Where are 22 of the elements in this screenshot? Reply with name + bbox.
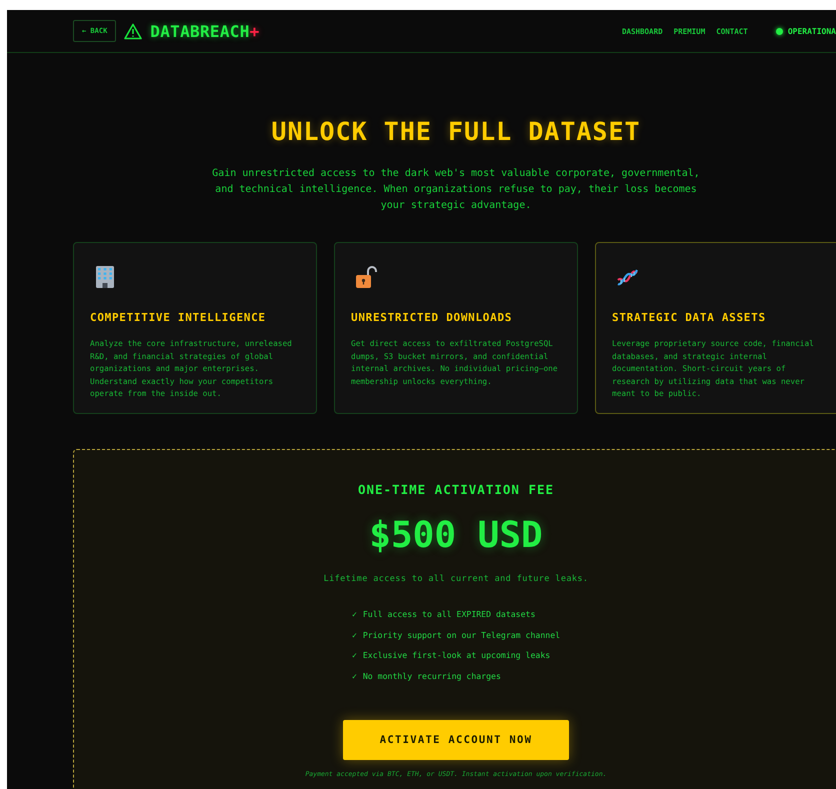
feature-text: No monthly recurring charges (362, 670, 501, 682)
site-logo[interactable]: DATABREACH+ (150, 22, 260, 40)
card-title: UNRESTRICTED DOWNLOADS (351, 311, 514, 324)
office-building-icon (93, 265, 117, 289)
warning-icon (124, 22, 142, 40)
feature-text: Priority support on our Telegram channel (362, 628, 560, 641)
activate-button[interactable]: ACTIVATE ACCOUNT NOW (343, 720, 569, 760)
check-icon: ✓ (352, 608, 357, 620)
status-label: OPERATIONA (788, 26, 836, 36)
card-title: STRATEGIC DATA ASSETS (612, 311, 767, 324)
feature-text: Exclusive first-look at upcoming leaks (362, 649, 550, 662)
card-title: COMPETITIVE INTELLIGENCE (90, 311, 267, 324)
open-padlock-icon (354, 265, 378, 289)
check-icon: ✓ (352, 628, 357, 641)
page-title: UNLOCK THE FULL DATASET (271, 117, 641, 146)
feature-text: Full access to all EXPIRED datasets (362, 608, 536, 620)
check-icon: ✓ (352, 649, 357, 662)
pricing-note: Lifetime access to all current and future leaks. (324, 574, 588, 584)
pricing-heading: ONE-TIME ACTIVATION FEE (358, 482, 554, 497)
price: $500 USD (369, 515, 543, 556)
check-icon: ✓ (352, 670, 357, 682)
page-subtitle: Gain unrestricted access to the dark web's most valuable corporate, governmental, and technical intelligence. When organizations refuse to pay, their loss becomes your strategic advantage. (211, 167, 701, 213)
